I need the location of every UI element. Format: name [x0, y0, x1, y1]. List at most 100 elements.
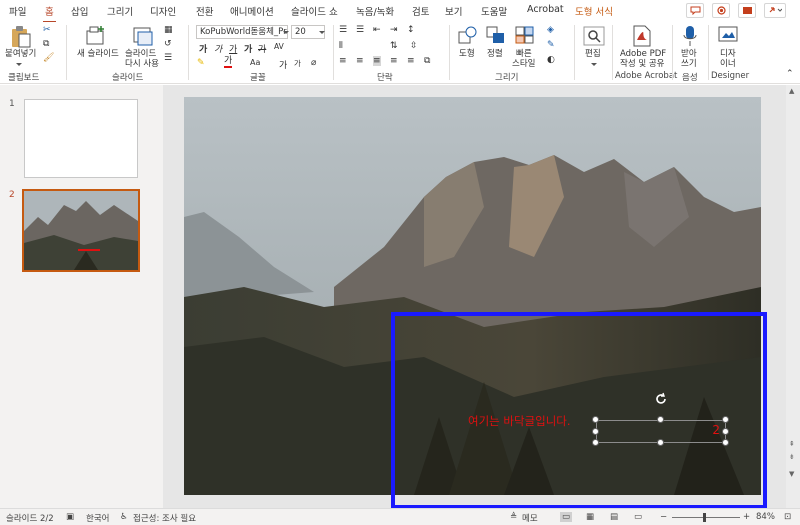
slide-thumbnail-2[interactable] [22, 189, 140, 272]
footer-caption-text[interactable]: 여기는 바닥글입니다. [468, 413, 571, 429]
tab-help[interactable]: 도움말 [481, 4, 507, 18]
strikethrough-button[interactable]: 가 [258, 42, 266, 55]
tab-shape-format[interactable]: 도형 서식 [575, 4, 613, 18]
tab-view[interactable]: 보기 [445, 4, 462, 18]
resize-handle-top-left[interactable] [592, 416, 599, 423]
text-direction-icon[interactable]: ⇅ [390, 41, 398, 51]
zoom-slider-track[interactable] [672, 517, 740, 518]
font-color-button[interactable]: 가 [224, 56, 233, 68]
slide-thumbnail-1[interactable] [24, 99, 138, 178]
zoom-slider-thumb[interactable] [703, 513, 706, 522]
tab-design[interactable]: 디자인 [150, 4, 176, 18]
align-left-icon[interactable]: ≡ [339, 56, 347, 66]
italic-button[interactable]: 가 [214, 42, 222, 55]
align-right-icon[interactable]: ≡ [373, 56, 381, 66]
font-name-combobox[interactable]: KoPubWorld돋움체_Pro [196, 25, 288, 39]
accessibility-icon[interactable]: ♿ [120, 512, 128, 522]
resize-handle-bottom-right[interactable] [722, 439, 729, 446]
distributed-icon[interactable]: ≡ [407, 56, 415, 66]
tab-file[interactable]: 파일 [9, 4, 26, 18]
align-text-icon[interactable]: ⇳ [410, 41, 418, 51]
align-center-icon[interactable]: ≡ [356, 56, 364, 66]
shape-outline-icon[interactable]: ✎ [547, 40, 555, 50]
decrease-indent-icon[interactable]: ⇤ [373, 25, 381, 35]
highlight-icon[interactable]: ✎ [197, 58, 205, 68]
resize-handle-top[interactable] [657, 416, 664, 423]
shape-fill-icon[interactable]: ◈ [547, 25, 554, 35]
resize-handle-right[interactable] [722, 428, 729, 435]
line-spacing-icon[interactable]: ↕ [407, 25, 415, 35]
collapse-ribbon-icon[interactable]: ⌃ [786, 69, 794, 79]
slideshow-icon[interactable]: ▭ [634, 512, 642, 522]
tab-home[interactable]: 홈 [43, 4, 56, 23]
char-spacing-button[interactable]: AV [274, 42, 284, 51]
shape-effects-icon[interactable]: ◐ [547, 55, 555, 65]
underline-button[interactable]: 가 [229, 42, 237, 55]
designer-button[interactable]: 디자 [720, 49, 736, 59]
notes-button[interactable]: 메모 [522, 512, 538, 524]
tab-insert[interactable]: 삽입 [71, 4, 88, 18]
paste-button[interactable]: 붙여넣기 [5, 49, 36, 59]
resize-handle-top-right[interactable] [722, 416, 729, 423]
present-button[interactable] [738, 3, 756, 18]
share-button[interactable] [764, 3, 786, 18]
zoom-level[interactable]: 84% [756, 512, 775, 522]
scroll-down-icon[interactable]: ▼ [789, 470, 794, 478]
next-slide-icon[interactable]: ⇟ [789, 453, 795, 461]
bold-button[interactable]: 가 [199, 42, 207, 55]
vertical-scrollbar[interactable]: ▲ ⇞ ⇟ ▼ [786, 85, 800, 508]
copy-icon[interactable]: ⧉ [43, 39, 49, 49]
tab-draw[interactable]: 그리기 [107, 4, 133, 18]
tab-transitions[interactable]: 전환 [196, 4, 213, 18]
fit-to-window-icon[interactable]: ⊡ [784, 512, 791, 522]
shrink-font-button[interactable]: 가 [294, 58, 301, 69]
font-name-dropdown-icon[interactable] [283, 31, 289, 34]
language-indicator[interactable]: 한국어 [86, 512, 109, 524]
shadow-button[interactable]: 가 [244, 42, 252, 55]
zoom-out-icon[interactable]: − [660, 512, 667, 522]
shapes-button[interactable]: 도형 [459, 49, 475, 59]
resize-handle-bottom-left[interactable] [592, 439, 599, 446]
cut-icon[interactable]: ✂ [43, 25, 51, 35]
editing-dropdown-icon[interactable] [591, 63, 597, 66]
font-size-dropdown-icon[interactable] [319, 31, 325, 34]
previous-slide-icon[interactable]: ⇞ [789, 440, 795, 448]
columns-icon[interactable]: ⫴ [339, 41, 343, 51]
slide-sorter-icon[interactable]: ▦ [586, 512, 594, 522]
paste-dropdown-icon[interactable] [16, 63, 22, 66]
reading-view-icon[interactable]: ▤ [610, 512, 618, 522]
tab-animations[interactable]: 애니메이션 [230, 4, 274, 18]
bullets-icon[interactable]: ☰ [339, 25, 347, 35]
comments-button[interactable] [686, 3, 704, 18]
reset-icon[interactable]: ↺ [164, 39, 172, 49]
dictate-button[interactable]: 받아 [681, 49, 697, 59]
tab-slideshow[interactable]: 슬라이드 쇼 [291, 4, 338, 18]
format-painter-icon[interactable]: 🖌 [43, 53, 54, 63]
resize-handle-left[interactable] [592, 428, 599, 435]
arrange-button[interactable]: 정렬 [487, 49, 503, 59]
normal-view-icon[interactable]: ▭ [560, 512, 573, 522]
grow-font-button[interactable]: 가 [279, 58, 287, 71]
tab-record[interactable]: 녹음/녹화 [356, 4, 394, 18]
numbering-icon[interactable]: ☰ [356, 25, 364, 35]
tab-acrobat[interactable]: Acrobat [527, 4, 564, 15]
section-icon[interactable]: ☰ [164, 53, 172, 63]
tab-review[interactable]: 검토 [412, 4, 429, 18]
rotate-handle-icon[interactable] [654, 392, 668, 406]
create-pdf-button[interactable]: Adobe PDF [620, 49, 666, 59]
layout-icon[interactable]: ▦ [164, 25, 173, 35]
increase-indent-icon[interactable]: ⇥ [390, 25, 398, 35]
zoom-in-icon[interactable]: + [743, 512, 750, 522]
notes-icon[interactable]: ≜ [510, 512, 517, 522]
justify-icon[interactable]: ≡ [390, 56, 398, 66]
spellcheck-icon[interactable]: ▣ [66, 512, 74, 522]
record-button[interactable] [712, 3, 730, 18]
smartart-icon[interactable]: ⧉ [424, 56, 430, 66]
reuse-slides-button[interactable]: 슬라이드 [125, 49, 156, 59]
scroll-up-icon[interactable]: ▲ [789, 87, 794, 95]
new-slide-button[interactable]: 새 슬라이드 [77, 49, 119, 59]
clear-format-icon[interactable]: ⌀ [311, 58, 316, 68]
editing-button[interactable]: 편집 [585, 49, 601, 59]
resize-handle-bottom[interactable] [657, 439, 664, 446]
quick-styles-button[interactable]: 빠른 [516, 49, 532, 59]
